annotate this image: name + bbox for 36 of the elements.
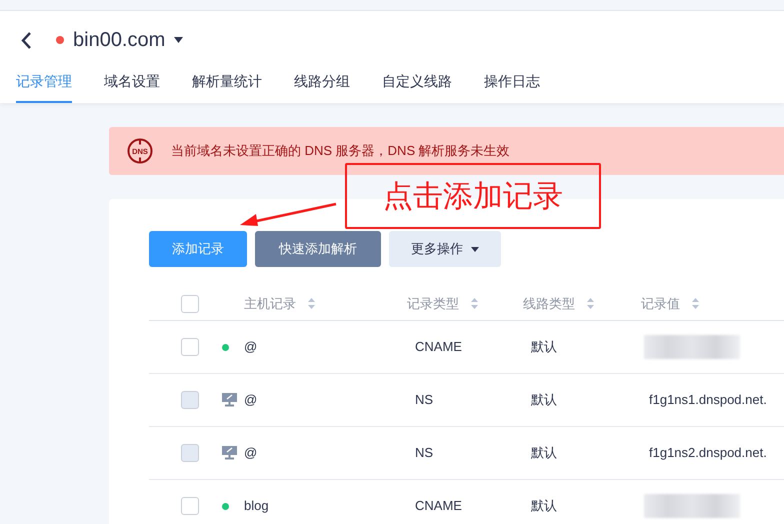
dropdown-caret-icon[interactable] xyxy=(174,37,184,43)
table-cell-text: @ xyxy=(244,338,258,356)
table-cell-text: blog xyxy=(244,497,270,516)
table-cell-text: 默认 xyxy=(530,444,558,462)
quick-add-button[interactable]: 快速添加解析 xyxy=(255,231,381,267)
caret-icon xyxy=(471,246,479,252)
nav-tab[interactable]: 操作日志 xyxy=(484,69,540,103)
row-checkbox[interactable] xyxy=(181,338,199,356)
table-cell-text: 默认 xyxy=(530,391,558,410)
table-cell-text: f1g1ns2.dnspod.net. xyxy=(648,444,767,462)
table-cell-text: NS xyxy=(414,444,434,462)
sort-icon[interactable] xyxy=(692,298,699,309)
table-cell-text: @ xyxy=(244,444,258,462)
more-actions-button[interactable]: 更多操作 xyxy=(389,231,501,267)
nav-tab[interactable]: 线路分组 xyxy=(294,69,350,103)
back-icon[interactable] xyxy=(20,30,32,50)
annotation-callout: 点击添加记录 xyxy=(345,163,601,229)
row-checkbox[interactable] xyxy=(181,294,199,312)
table-cell-text: 默认 xyxy=(530,338,558,356)
table-cell-text: NS xyxy=(414,391,434,410)
nav-tab[interactable]: 域名设置 xyxy=(104,69,160,103)
table-cell-text: f1g1ns1.dnspod.net. xyxy=(648,391,767,410)
sort-icon[interactable] xyxy=(587,298,594,309)
monitor-icon xyxy=(222,446,237,460)
table-cell-text: @ xyxy=(244,391,258,410)
alert-message: 当前域名未设置正确的 DNS 服务器，DNS 解析服务未生效 xyxy=(171,142,510,160)
row-checkbox[interactable] xyxy=(181,497,199,515)
domain-name[interactable]: bin00.com xyxy=(73,25,166,55)
nav-tab[interactable]: 解析量统计 xyxy=(192,69,262,103)
monitor-icon xyxy=(222,393,237,407)
sort-icon[interactable] xyxy=(471,298,478,309)
table-cell-text: 默认 xyxy=(530,497,558,516)
table-cell-text: CNAME xyxy=(414,497,463,516)
sort-icon[interactable] xyxy=(308,298,315,309)
table-cell-text: CNAME xyxy=(414,338,463,356)
nav-tab[interactable]: 自定义线路 xyxy=(382,69,452,103)
